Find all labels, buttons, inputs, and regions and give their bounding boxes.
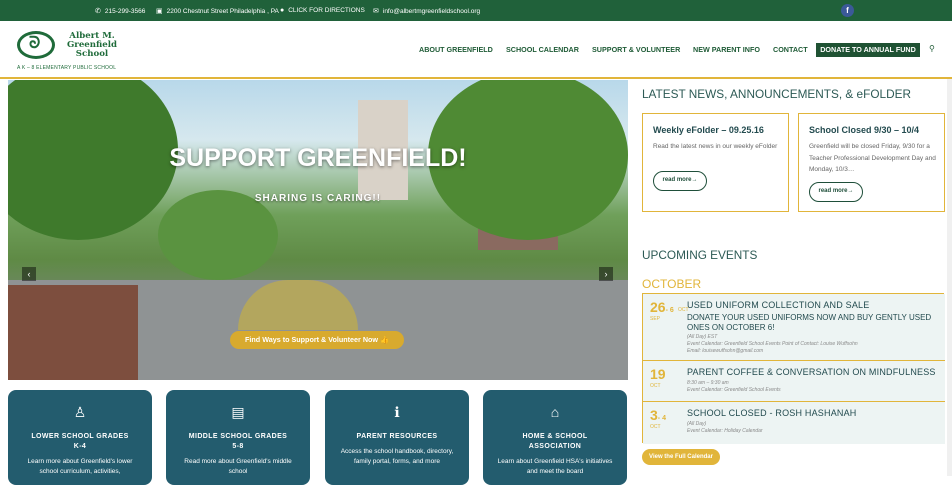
- view-calendar-button[interactable]: View the Full Calendar: [642, 449, 720, 465]
- card-middle-school[interactable]: ▤ MIDDLE SCHOOL GRADES 5-8 Read more abou…: [166, 390, 310, 485]
- hero-brick-wall: [8, 285, 138, 380]
- read-more-button[interactable]: read more→: [809, 182, 863, 202]
- nav-calendar[interactable]: SCHOOL CALENDAR: [506, 45, 579, 54]
- events-heading: UPCOMING EVENTS: [642, 248, 758, 262]
- slider-next-arrow[interactable]: ›: [599, 267, 613, 281]
- top-bar: ✆ 215-299-3566 ▣ 2200 Chestnut Street Phil…: [0, 0, 952, 21]
- news-heading: LATEST NEWS, ANNOUNCEMENTS, & eFOLDER: [642, 87, 911, 101]
- slider-prev-arrow[interactable]: ‹: [22, 267, 36, 281]
- news-desc: Read the latest news in our weekly eFold…: [653, 143, 778, 150]
- site-header: ᘐ Albert M. Greenfield School A K – 8 EL…: [0, 21, 952, 79]
- event-item[interactable]: 26- 6 OCT SEP USED UNIFORM COLLECTION AN…: [643, 294, 945, 361]
- logo-tagline: A K – 8 ELEMENTARY PUBLIC SCHOOL: [17, 65, 117, 71]
- card-title: PARENT RESOURCES: [356, 433, 438, 440]
- card-lower-school[interactable]: ♙ LOWER SCHOOL GRADES K-4 Learn more abou…: [8, 390, 152, 485]
- home-icon: ⌂: [550, 404, 560, 420]
- email-link[interactable]: ✉ info@albertmgreenfieldschool.org: [373, 7, 480, 16]
- event-time: (All Day) EST: [687, 334, 718, 340]
- thumbs-up-icon: 👍: [380, 335, 389, 344]
- hero-title: SUPPORT GREENFIELD!: [169, 144, 467, 172]
- card-desc: Read more about Greenfield's middle scho…: [184, 458, 292, 475]
- event-day: 19: [650, 366, 666, 382]
- nav-about[interactable]: ABOUT GREENFIELD: [419, 45, 493, 54]
- logo-emblem[interactable]: ᘐ: [17, 31, 55, 59]
- event-time: 8:30 am – 9:30 am: [687, 380, 729, 386]
- event-title[interactable]: PARENT COFFEE & CONVERSATION ON MINDFULN…: [687, 367, 936, 377]
- event-title[interactable]: SCHOOL CLOSED - ROSH HASHANAH: [687, 408, 857, 418]
- card-title: MIDDLE SCHOOL GRADES 5-8: [188, 433, 288, 450]
- event-time: (All Day): [687, 421, 707, 427]
- read-more-button[interactable]: read more→: [653, 171, 707, 191]
- event-day: 26- 6: [650, 299, 674, 315]
- card-desc: Access the school handbook, directory, f…: [340, 448, 454, 465]
- news-desc: Greenfield will be closed Friday, 9/30 f…: [809, 143, 936, 173]
- nav-contact[interactable]: CONTACT: [773, 45, 808, 54]
- hero-cta-button[interactable]: Find Ways to Support & Volunteer Now 👍: [230, 331, 404, 349]
- phone-icon: ✆: [95, 8, 101, 15]
- event-calendar: Event Calendar: Holiday Calendar: [687, 428, 763, 434]
- directions-link[interactable]: ● CLICK FOR DIRECTIONS: [280, 7, 365, 14]
- card-desc: Learn about Greenfield HSA's initiatives…: [497, 458, 613, 475]
- news-title[interactable]: Weekly eFolder – 09.25.16: [653, 125, 764, 135]
- address-text: ▣ 2200 Chestnut Street Philadelphia , PA: [156, 7, 279, 16]
- events-list: 26- 6 OCT SEP USED UNIFORM COLLECTION AN…: [642, 293, 945, 444]
- logo-swirl-icon: ᘐ: [29, 35, 41, 52]
- events-month: OCTOBER: [642, 277, 702, 291]
- facebook-icon[interactable]: f: [841, 4, 854, 17]
- event-title[interactable]: USED UNIFORM COLLECTION AND SALE: [687, 300, 869, 310]
- event-month: OCT: [650, 383, 661, 389]
- event-email: Email: louisewuffsohn@gmail.com: [687, 348, 764, 354]
- hero-subtitle: SHARING IS CARING!!: [254, 193, 382, 204]
- nav-new-parent[interactable]: NEW PARENT INFO: [693, 45, 760, 54]
- event-month: OCT: [650, 424, 661, 430]
- hero-slider: SUPPORT GREENFIELD! SHARING IS CARING!! …: [8, 80, 628, 380]
- map-pin-icon: ●: [280, 7, 285, 14]
- card-title: LOWER SCHOOL GRADES K-4: [31, 433, 129, 450]
- page-scrollbar[interactable]: [947, 79, 952, 476]
- child-icon: ♙: [73, 404, 87, 420]
- event-item[interactable]: 19 OCT PARENT COFFEE & CONVERSATION ON M…: [643, 361, 945, 402]
- search-icon[interactable]: ⚲: [929, 44, 935, 53]
- card-parent-resources[interactable]: ℹ PARENT RESOURCES Access the school han…: [325, 390, 469, 485]
- card-hsa[interactable]: ⌂ HOME & SCHOOL ASSOCIATION Learn about G…: [483, 390, 627, 485]
- card-desc: Learn more about Greenfield's lower scho…: [27, 458, 133, 475]
- event-item[interactable]: 3- 4 OCT SCHOOL CLOSED - ROSH HASHANAH (…: [643, 402, 945, 444]
- event-calendar: Event Calendar: Greenfield School Events: [687, 387, 781, 393]
- phone-link[interactable]: ✆ 215-299-3566: [95, 7, 145, 16]
- news-item[interactable]: Weekly eFolder – 09.25.16 Read the lates…: [642, 113, 789, 212]
- event-calendar: Event Calendar: Greenfield School Events…: [687, 341, 858, 347]
- info-icon: ℹ: [394, 404, 400, 420]
- envelope-icon: ✉: [373, 8, 379, 15]
- event-desc: DONATE YOUR USED UNIFORMS NOW AND BUY GE…: [687, 313, 932, 332]
- donate-button[interactable]: DONATE TO ANNUAL FUND: [816, 43, 920, 57]
- card-title: HOME & SCHOOL ASSOCIATION: [522, 433, 588, 450]
- event-month: SEP: [650, 316, 661, 322]
- event-day: 3- 4: [650, 407, 666, 423]
- news-item[interactable]: School Closed 9/30 – 10/4 Greenfield wil…: [798, 113, 945, 212]
- logo-name[interactable]: Albert M. Greenfield School: [62, 32, 122, 59]
- book-icon: ▤: [231, 404, 245, 420]
- nav-support[interactable]: SUPPORT & VOLUNTEER: [592, 45, 680, 54]
- news-title[interactable]: School Closed 9/30 – 10/4: [809, 125, 919, 135]
- building-icon: ▣: [156, 8, 163, 15]
